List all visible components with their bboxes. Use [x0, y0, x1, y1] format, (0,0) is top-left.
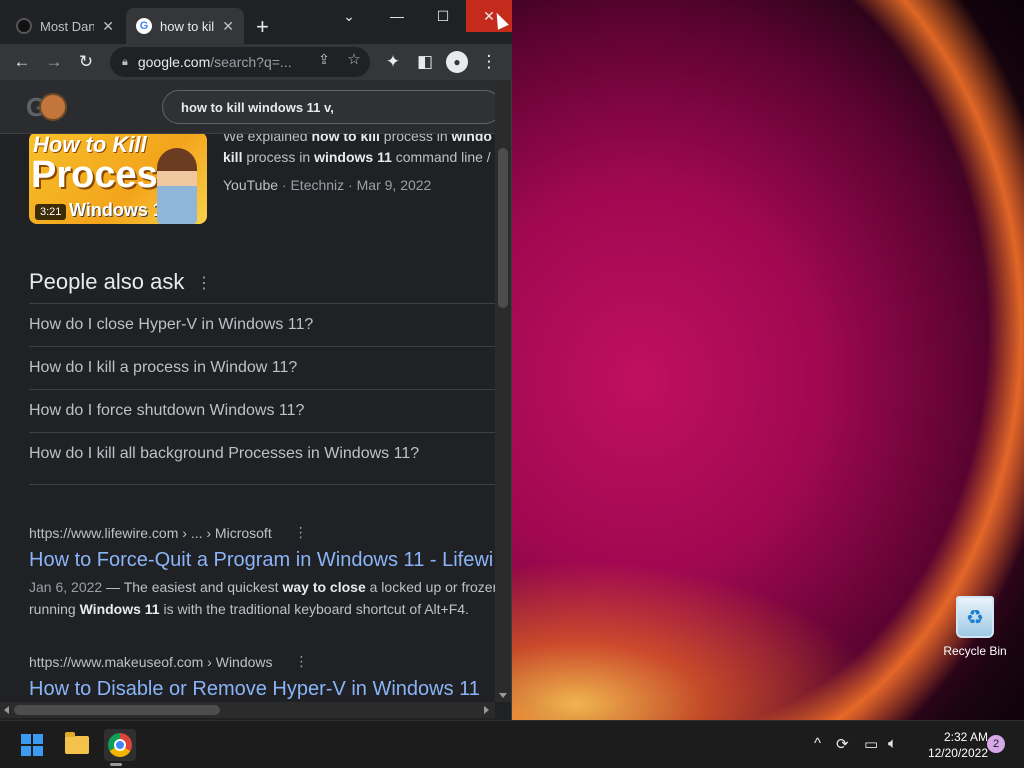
url-host: google.com — [137, 54, 211, 70]
file-explorer-button[interactable] — [61, 729, 93, 761]
tab-search-chevron-icon[interactable]: ⌄ — [326, 0, 372, 32]
video-meta: YouTube · Etechniz · Mar 9, 2022 — [223, 177, 432, 193]
reload-icon[interactable]: ↻ — [74, 50, 98, 74]
google-doodle-logo[interactable]: G — [26, 90, 122, 124]
profile-avatar-icon[interactable]: ● — [446, 51, 468, 73]
scroll-left-arrow-icon[interactable] — [4, 706, 9, 714]
new-tab-button[interactable]: + — [256, 14, 269, 40]
tab-label: Most Dan — [40, 18, 95, 34]
paa-options-kebab-icon[interactable]: ⋮ — [196, 273, 212, 293]
maximize-button[interactable]: ☐ — [420, 0, 466, 32]
search-input[interactable]: how to kill windows 11 v, — [162, 90, 495, 124]
paa-question[interactable]: How do I close Hyper-V in Windows 11? — [29, 303, 495, 346]
vertical-scrollbar[interactable] — [495, 80, 511, 702]
horizontal-scrollbar[interactable] — [0, 702, 495, 718]
windows-logo-icon — [21, 734, 43, 756]
recycle-bin-label: Recycle Bin — [943, 644, 1007, 658]
side-panel-icon[interactable]: ◧ — [413, 50, 437, 74]
google-favicon-icon: G — [136, 18, 152, 34]
clock-time: 2:32 AM — [943, 730, 988, 744]
system-clock[interactable]: 2:32 AM 12/20/2022 — [914, 729, 988, 761]
title-bar: Most Dan ✕ G how to kil ✕ + ⌄ — ☐ ✕ — [0, 0, 512, 44]
presenter-image — [157, 148, 197, 224]
network-icon[interactable]: ▭ — [864, 735, 878, 753]
chrome-icon — [108, 733, 132, 757]
recycle-bin-icon: ♻ — [956, 596, 994, 638]
clock-date: 12/20/2022 — [927, 746, 988, 760]
show-hidden-icons-chevron-icon[interactable]: ^ — [814, 735, 821, 752]
chrome-taskbar-button[interactable] — [104, 729, 136, 761]
scrollbar-thumb[interactable] — [498, 148, 508, 308]
sync-icon[interactable]: ⟳ — [836, 735, 849, 753]
extensions-puzzle-icon[interactable]: ✦ — [381, 50, 405, 74]
result-cite: https://www.lifewire.com › ... › Microso… — [29, 524, 308, 541]
result-cite: https://www.makeuseof.com › Windows ⋮ — [29, 653, 309, 670]
search-results-page: How to Kill Process Windows 11 3:21 We e… — [0, 80, 495, 702]
video-thumbnail[interactable]: How to Kill Process Windows 11 3:21 — [29, 132, 207, 224]
close-tab-icon[interactable]: ✕ — [222, 18, 234, 35]
search-result: https://www.lifewire.com › ... › Microso… — [29, 524, 495, 620]
tab-most-dangerous[interactable]: Most Dan ✕ — [6, 8, 124, 44]
taskbar: ^ ⟳ ▭ 🔈︎ 2:32 AM 12/20/2022 2 — [0, 720, 1024, 768]
divider — [29, 484, 495, 485]
search-result: https://www.makeuseof.com › Windows ⋮ Ho… — [29, 653, 495, 701]
paa-question[interactable]: How do I kill a process in Window 11? — [29, 346, 495, 389]
paa-question[interactable]: How do I kill all background Processes i… — [29, 432, 495, 475]
browser-window: Most Dan ✕ G how to kil ✕ + ⌄ — ☐ ✕ ← → … — [0, 0, 512, 720]
tab-label: how to kil — [160, 18, 215, 34]
browser-toolbar: ← → ↻ 🔒︎ google.com/search?q=... ⇪ ☆ ✦ ◧… — [0, 44, 512, 80]
share-icon[interactable]: ⇪ — [312, 47, 336, 71]
people-also-ask-title: People also ask — [29, 269, 185, 294]
result-options-kebab-icon[interactable]: ⋮ — [294, 524, 308, 541]
result-options-kebab-icon[interactable]: ⋮ — [295, 653, 309, 670]
video-source: YouTube — [223, 177, 279, 193]
paa-question[interactable]: How do I force shutdown Windows 11? — [29, 389, 495, 432]
minimize-button[interactable]: — — [374, 0, 420, 32]
folder-icon — [65, 732, 89, 754]
notification-badge[interactable]: 2 — [987, 735, 1005, 753]
forward-arrow-icon[interactable]: → — [42, 50, 66, 74]
scrollbar-thumb[interactable] — [14, 705, 220, 715]
scroll-down-arrow-icon[interactable] — [499, 693, 507, 698]
result-snippet: Jan 6, 2022 — The easiest and quickest w… — [29, 579, 495, 617]
volume-icon[interactable]: 🔈︎ — [888, 735, 897, 752]
tab-google-search[interactable]: G how to kil ✕ — [126, 8, 244, 44]
url-path: /search?q=... — [210, 54, 292, 70]
active-app-indicator — [110, 763, 122, 766]
google-search-header: G how to kill windows 11 v, — [0, 80, 495, 134]
lock-icon: 🔒︎ — [122, 55, 128, 68]
scroll-right-arrow-icon[interactable] — [484, 706, 489, 714]
people-also-ask-list: How do I close Hyper-V in Windows 11? Ho… — [29, 303, 495, 475]
doodle-character-icon — [39, 93, 68, 121]
bookmark-star-icon[interactable]: ☆ — [342, 47, 366, 71]
video-duration: 3:21 — [35, 204, 67, 220]
video-date: Mar 9, 2022 — [356, 177, 432, 193]
back-arrow-icon[interactable]: ← — [10, 50, 34, 74]
site-favicon-icon — [16, 18, 32, 34]
video-channel: Etechniz — [290, 177, 345, 193]
result-title-link[interactable]: How to Force-Quit a Program in Windows 1… — [29, 549, 495, 572]
close-tab-icon[interactable]: ✕ — [102, 18, 114, 35]
start-button[interactable] — [16, 729, 48, 761]
result-title-link[interactable]: How to Disable or Remove Hyper-V in Wind… — [29, 678, 495, 701]
recycle-bin-shortcut[interactable]: ♻ Recycle Bin — [940, 596, 1010, 658]
menu-kebab-icon[interactable]: ⋮ — [477, 50, 501, 74]
